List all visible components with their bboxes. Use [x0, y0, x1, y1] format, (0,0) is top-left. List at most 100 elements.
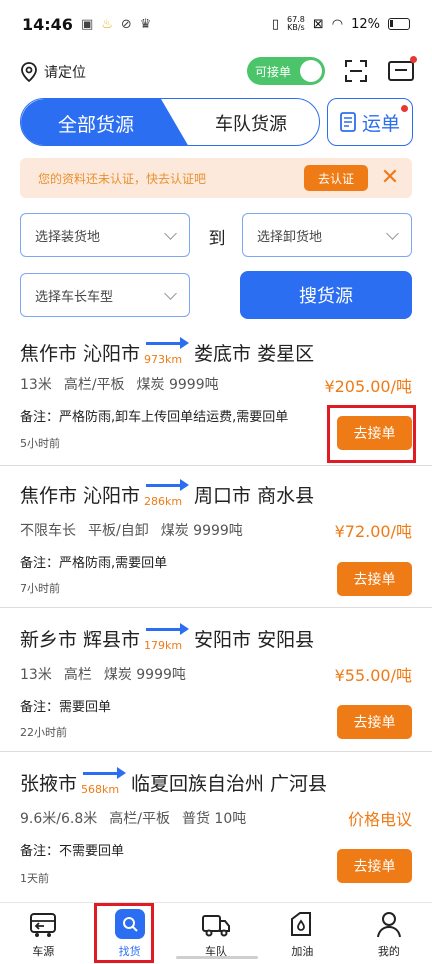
vibrate-icon: ▯ [271, 16, 280, 32]
vehicle-type: 高栏 [63, 667, 92, 683]
nav-fuel[interactable]: 加油 [259, 903, 345, 964]
cargo-card[interactable]: 新乡市 辉县市 179km 安阳市 安阳县 13米 高栏 煤炭 9999吨 ¥5… [0, 608, 432, 752]
cargo-weight: 煤炭 9999吨 [103, 667, 186, 683]
location-selector[interactable]: 请定位 [20, 62, 86, 82]
route-arrow-icon: 973km [144, 336, 190, 366]
highlight-box [327, 405, 416, 463]
cargo-specs: 9.6米/6.8米 高栏/平板 普货 10吨 [20, 808, 246, 828]
route-distance: 568km [81, 783, 120, 796]
cargo-price: 价格电议 [347, 810, 412, 829]
posted-time: 22小时前 [20, 726, 67, 739]
cargo-weight: 煤炭 9999吨 [160, 523, 243, 539]
route-from: 张掖市 [20, 773, 78, 795]
truck-source-icon [30, 913, 57, 937]
notice-text: 您的资料还未认证，快去认证吧 [38, 171, 207, 186]
tab-fleet-cargo[interactable]: 车队货源 [181, 99, 319, 145]
cargo-specs: 13米 高栏/平板 煤炭 9999吨 [20, 374, 219, 394]
cargo-route: 新乡市 辉县市 179km 安阳市 安阳县 [20, 622, 314, 652]
take-order-button[interactable]: 去接单 [337, 562, 412, 596]
wifi-icon: ◠ [331, 16, 344, 32]
document-icon [340, 112, 356, 132]
route-arrow-icon: 286km [144, 478, 190, 508]
load-location-select[interactable]: 选择装货地 [20, 213, 190, 257]
nav-truck-source[interactable]: 车源 [0, 903, 86, 964]
accept-orders-label: 可接单 [255, 64, 292, 79]
cargo-remark: 备注：需要回单 [20, 700, 112, 715]
nav-label: 车源 [32, 945, 55, 958]
scan-icon[interactable] [344, 59, 368, 83]
toggle-knob [300, 60, 322, 82]
verification-notice: 您的资料还未认证，快去认证吧 去认证 ✕ [20, 158, 412, 198]
verify-button[interactable]: 去认证 [304, 165, 368, 191]
route-from: 焦作市 沁阳市 [20, 485, 141, 507]
take-order-button[interactable]: 去接单 [337, 849, 412, 883]
status-bar: 14:46 ▣ ♨ ⊘ ♛ ▯ 67.8 KB/s ⊠ ◠ 12% [0, 0, 432, 48]
close-icon[interactable]: ✕ [378, 166, 402, 190]
battery-icon [388, 18, 410, 30]
chevron-down-icon [164, 287, 177, 300]
vehicle-length: 13米 [20, 377, 52, 393]
cargo-route: 焦作市 沁阳市 286km 周口市 商水县 [20, 478, 314, 508]
search-cargo-button[interactable]: 搜货源 [240, 271, 412, 319]
app-notification-icon: ♨ [101, 16, 113, 32]
posted-time: 1天前 [20, 872, 49, 885]
cargo-weight: 煤炭 9999吨 [136, 377, 219, 393]
cargo-price: ¥205.00/吨 [324, 377, 412, 396]
location-label: 请定位 [44, 65, 86, 81]
route-to: 周口市 商水县 [194, 485, 315, 507]
highlight-box [94, 903, 154, 963]
cargo-specs: 13米 高栏 煤炭 9999吨 [20, 664, 186, 684]
posted-time: 5小时前 [20, 437, 60, 450]
crown-icon: ♛ [139, 16, 152, 32]
waybill-button[interactable]: 运单 [327, 98, 413, 146]
unload-location-placeholder: 选择卸货地 [257, 229, 323, 245]
tab-all-cargo[interactable]: 全部货源 [21, 99, 189, 145]
message-button[interactable] [388, 56, 417, 81]
cargo-specs: 不限车长 平板/自卸 煤炭 9999吨 [20, 520, 243, 540]
bottom-navigation: 车源 找货 车队 加油 我的 [0, 902, 432, 964]
fuel-icon [291, 912, 312, 936]
vehicle-type: 高栏/平板 [109, 811, 170, 827]
cargo-route: 张掖市 568km 临夏回族自治州 广河县 [20, 766, 327, 796]
vehicle-type: 平板/自卸 [88, 523, 149, 539]
sync-icon: ⊘ [120, 16, 132, 32]
route-to: 娄底市 娄星区 [194, 343, 315, 365]
route-to: 安阳市 安阳县 [194, 629, 315, 651]
vehicle-length: 13米 [20, 667, 52, 683]
vehicle-type-placeholder: 选择车长车型 [35, 289, 114, 305]
vehicle-type: 高栏/平板 [63, 377, 125, 393]
nav-fleet[interactable]: 车队 [173, 903, 259, 964]
cargo-remark: 备注：不需要回单 [20, 844, 125, 859]
home-indicator[interactable] [176, 956, 258, 959]
load-location-placeholder: 选择装货地 [35, 229, 101, 245]
cargo-card[interactable]: 张掖市 568km 临夏回族自治州 广河县 9.6米/6.8米 高栏/平板 普货… [0, 752, 432, 902]
fleet-truck-icon [202, 915, 231, 937]
vehicle-length: 不限车长 [20, 523, 76, 539]
location-pin-icon [21, 62, 37, 82]
route-arrow-icon: 179km [144, 622, 190, 652]
network-speed: 67.8 KB/s [287, 16, 305, 32]
to-label: 到 [208, 229, 226, 249]
profile-icon [376, 912, 401, 938]
take-order-button[interactable]: 去接单 [337, 705, 412, 739]
status-right-icons: ▯ 67.8 KB/s ⊠ ◠ 12% [272, 16, 410, 32]
chevron-down-icon [164, 227, 177, 240]
nav-label: 我的 [377, 945, 400, 958]
accept-orders-toggle[interactable]: 可接单 [247, 57, 325, 85]
vehicle-type-select[interactable]: 选择车长车型 [20, 273, 190, 317]
battery-percent: 12% [351, 16, 380, 32]
unread-dot [410, 56, 417, 63]
top-bar: 请定位 可接单 [0, 52, 432, 92]
route-distance: 973km [144, 353, 183, 366]
cargo-price: ¥55.00/吨 [334, 666, 412, 685]
route-distance: 286km [144, 495, 183, 508]
cargo-card[interactable]: 焦作市 沁阳市 286km 周口市 商水县 不限车长 平板/自卸 煤炭 9999… [0, 466, 432, 608]
cargo-weight: 普货 10吨 [181, 811, 247, 827]
mail-icon [388, 61, 414, 81]
unload-location-select[interactable]: 选择卸货地 [242, 213, 412, 257]
cargo-price: ¥72.00/吨 [334, 522, 412, 541]
waybill-unread-dot [401, 105, 408, 112]
chevron-down-icon [386, 227, 399, 240]
nav-profile[interactable]: 我的 [346, 903, 432, 964]
sim-icon: ⊠ [312, 16, 324, 32]
